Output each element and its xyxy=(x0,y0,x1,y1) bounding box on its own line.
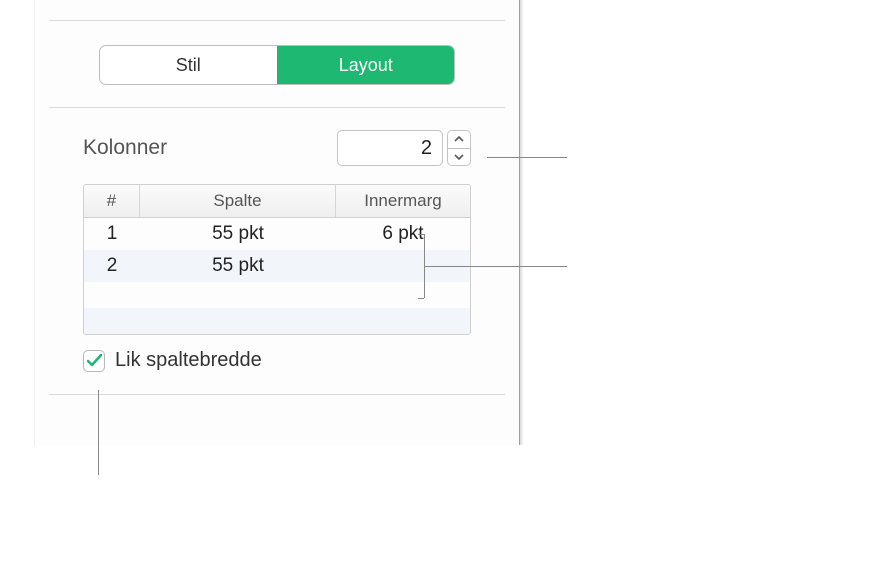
callout-line xyxy=(98,390,99,475)
equal-width-label: Lik spaltebredde xyxy=(115,349,262,372)
chevron-up-icon xyxy=(454,136,464,142)
callout-line xyxy=(424,266,567,267)
tab-stil[interactable]: Stil xyxy=(100,46,277,84)
columns-stepper xyxy=(337,130,471,166)
table-row xyxy=(84,308,470,334)
tab-bar: Stil Layout xyxy=(99,45,455,85)
callout-line xyxy=(487,157,567,158)
check-icon xyxy=(87,354,102,367)
columns-label: Kolonner xyxy=(83,136,337,160)
table-row[interactable]: 1 55 pkt 6 pkt xyxy=(84,218,470,250)
stepper-down-button[interactable] xyxy=(448,148,470,166)
callout-line xyxy=(418,234,424,235)
equal-width-checkbox[interactable] xyxy=(83,350,105,372)
divider xyxy=(49,394,505,395)
th-spalte[interactable]: Spalte xyxy=(140,185,336,217)
cell-inner[interactable]: 6 pkt xyxy=(336,223,470,245)
table-header: # Spalte Innermarg xyxy=(84,185,470,218)
columns-table: # Spalte Innermarg 1 55 pkt 6 pkt 2 55 p… xyxy=(83,184,471,335)
chevron-down-icon xyxy=(454,154,464,160)
table-row xyxy=(84,282,470,308)
divider xyxy=(49,20,505,21)
columns-row: Kolonner xyxy=(35,108,519,166)
equal-width-row: Lik spaltebredde xyxy=(35,335,519,372)
stepper-buttons xyxy=(447,130,471,166)
columns-input[interactable] xyxy=(337,130,443,166)
cell-spalte[interactable]: 55 pkt xyxy=(140,255,336,277)
cell-num: 1 xyxy=(84,223,140,245)
stepper-up-button[interactable] xyxy=(448,131,470,148)
table-row[interactable]: 2 55 pkt xyxy=(84,250,470,282)
th-inner[interactable]: Innermarg xyxy=(336,185,470,217)
callout-line xyxy=(418,298,424,299)
cell-spalte[interactable]: 55 pkt xyxy=(140,223,336,245)
table-body: 1 55 pkt 6 pkt 2 55 pkt xyxy=(84,218,470,334)
cell-num: 2 xyxy=(84,255,140,277)
tab-layout[interactable]: Layout xyxy=(277,46,455,84)
th-num[interactable]: # xyxy=(84,185,140,217)
layout-panel: Stil Layout Kolonner # Spalte Innermarg xyxy=(34,0,520,445)
